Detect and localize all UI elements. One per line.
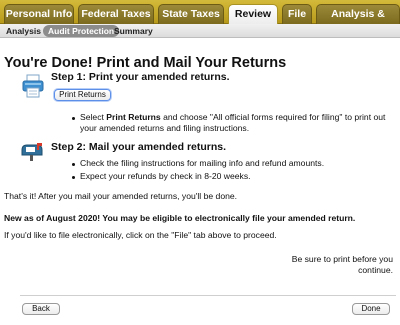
mailbox-icon (21, 143, 43, 161)
print-returns-emphasis: Print Returns (106, 112, 161, 122)
sub-tab-bar: Analysis Audit Protection Summary (0, 24, 400, 38)
printer-icon (22, 74, 44, 98)
step1-instruction-cont: your amended returns and filing instruct… (80, 123, 250, 133)
step1-heading: Step 1: Print your amended returns. (51, 71, 230, 83)
print-reminder: Be sure to print before you continue. (291, 254, 393, 275)
print-returns-button[interactable]: Print Returns (54, 89, 111, 101)
efile-announcement: New as of August 2020! You may be eligib… (4, 213, 356, 223)
back-button[interactable]: Back (22, 303, 60, 315)
bullet-dot (72, 117, 75, 120)
done-message: That's it! After you mail your amended r… (4, 191, 238, 201)
page-title: You're Done! Print and Mail Your Returns (4, 55, 287, 71)
tab-personal-info[interactable]: Personal Info (4, 4, 74, 24)
done-button[interactable]: Done (352, 303, 390, 315)
tab-state-taxes[interactable]: State Taxes (158, 4, 224, 24)
efile-instruction: If you'd like to file electronically, cl… (4, 230, 277, 240)
step2-instruction-refund: Expect your refunds by check in 8-20 wee… (80, 171, 251, 181)
main-tab-bar: Personal Info Federal Taxes State Taxes … (0, 0, 400, 39)
tab-file[interactable]: File (282, 4, 312, 24)
subtab-summary[interactable]: Summary (114, 25, 153, 37)
tab-review[interactable]: Review (228, 4, 278, 25)
subtab-analysis[interactable]: Analysis (6, 25, 41, 37)
step2-instruction-mailing: Check the filing instructions for mailin… (80, 158, 325, 168)
bullet-dot (72, 163, 75, 166)
step1-instruction: Select Print Returns and choose "All off… (80, 112, 386, 122)
tab-federal-taxes[interactable]: Federal Taxes (78, 4, 154, 24)
tab-analysis-advice[interactable]: Analysis & Advice (316, 4, 400, 39)
bullet-dot (72, 176, 75, 179)
subtab-audit-protection[interactable]: Audit Protection (43, 25, 120, 37)
step2-heading: Step 2: Mail your amended returns. (51, 141, 227, 153)
footer-divider (20, 295, 396, 296)
